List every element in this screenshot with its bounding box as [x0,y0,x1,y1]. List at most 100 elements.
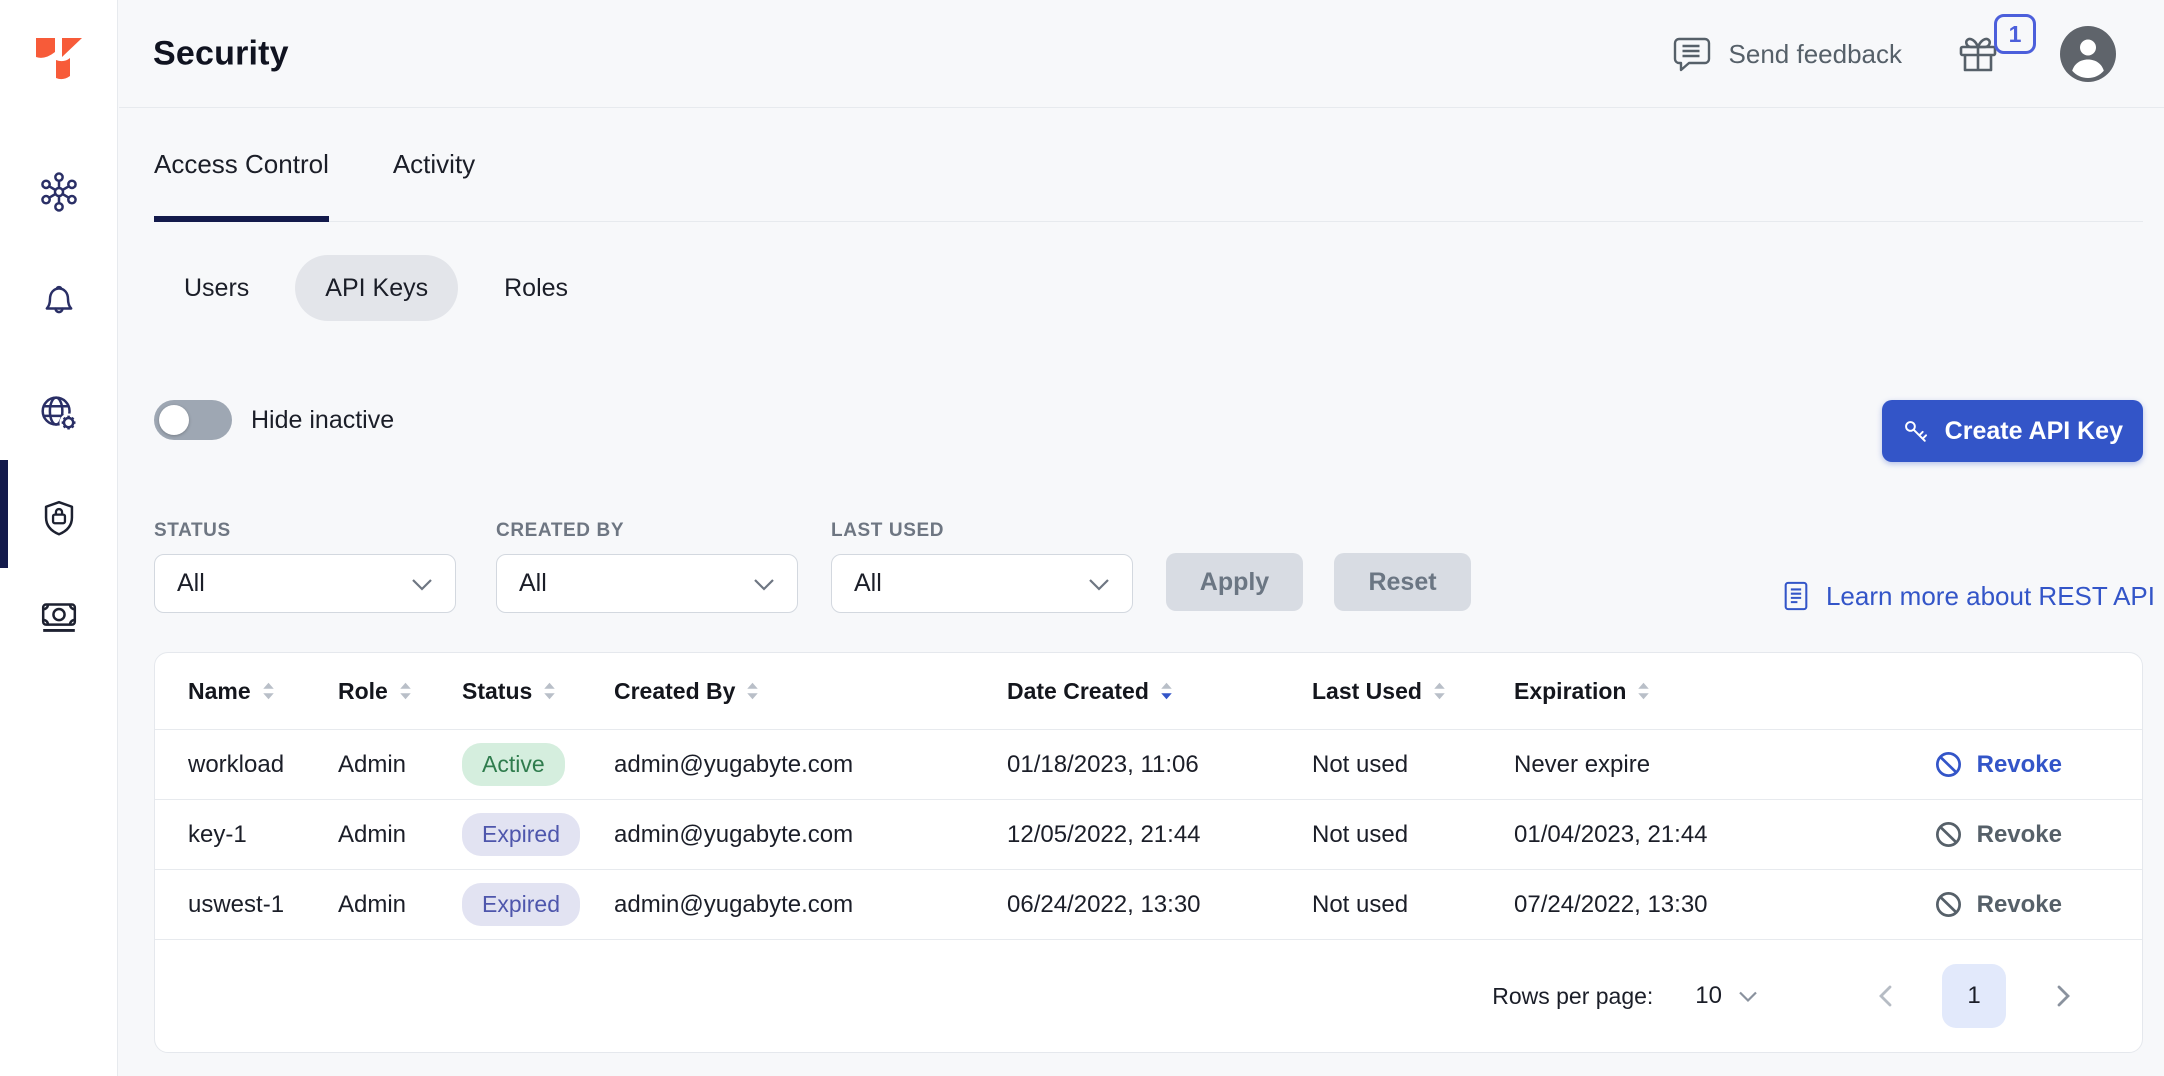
cell-expiration: 07/24/2022, 13:30 [1514,891,1892,919]
user-avatar[interactable] [2060,26,2116,82]
cell-date-created: 12/05/2022, 21:44 [1007,821,1312,849]
sort-icon-desc [1159,679,1174,703]
sort-icon [542,679,557,703]
sidebar-item-billing[interactable] [36,594,82,640]
chevron-down-icon [411,577,433,591]
column-header-expiration[interactable]: Expiration [1514,678,1892,705]
reset-button[interactable]: Reset [1334,553,1471,611]
revoke-button[interactable]: Revoke [1933,749,2109,780]
column-header-status[interactable]: Status [462,678,614,705]
revoke-icon [1933,749,1964,780]
status-badge: Expired [462,813,580,856]
filter-created-by-select[interactable]: All [496,554,798,613]
subtab-roles[interactable]: Roles [474,255,598,321]
column-header-last-used[interactable]: Last Used [1312,678,1514,705]
doc-icon [1781,580,1811,612]
filter-created-by: CREATED BY All [496,520,798,613]
rows-per-page-value: 10 [1695,982,1722,1010]
table-row: key-1 Admin Expired admin@yugabyte.com 1… [155,800,2142,870]
status-badge: Active [462,743,565,786]
chevron-left-icon [1878,984,1893,1008]
filter-status-label: STATUS [154,520,456,542]
cell-role: Admin [338,891,462,919]
next-page-button[interactable] [2046,979,2080,1013]
sidebar [0,0,118,1076]
cell-status: Expired [462,813,614,856]
column-header-name[interactable]: Name [188,678,338,705]
column-header-date-created[interactable]: Date Created [1007,678,1312,705]
filter-status-value: All [177,569,205,598]
hide-inactive-label: Hide inactive [251,406,394,435]
hide-inactive-control: Hide inactive [154,400,394,440]
rows-per-page-select[interactable]: 10 [1695,982,1758,1010]
filter-created-by-label: CREATED BY [496,520,798,542]
filter-bar: STATUS All CREATED BY All LAST USED All [154,520,2143,615]
sidebar-item-alerts[interactable] [36,277,82,323]
send-feedback-button[interactable]: Send feedback [1669,32,1902,76]
hide-inactive-toggle[interactable] [154,400,232,440]
revoke-icon [1933,889,1964,920]
cell-expiration: Never expire [1514,751,1892,779]
tab-activity[interactable]: Activity [393,108,475,221]
cell-expiration: 01/04/2023, 21:44 [1514,821,1892,849]
filter-status: STATUS All [154,520,456,613]
sidebar-item-security[interactable] [36,494,82,540]
chevron-right-icon [2056,984,2071,1008]
apply-button[interactable]: Apply [1166,553,1303,611]
key-icon [1902,418,1929,445]
pagination: Rows per page: 10 1 [155,940,2142,1052]
table-row: workload Admin Active admin@yugabyte.com… [155,730,2142,800]
tab-bar: Access Control Activity [154,108,2143,222]
yugabyte-logo[interactable] [32,32,86,86]
create-api-key-label: Create API Key [1945,417,2123,446]
cell-status: Active [462,743,614,786]
sidebar-item-network[interactable] [36,390,82,436]
gift-button[interactable]: 1 [1954,30,2002,78]
create-api-key-button[interactable]: Create API Key [1882,400,2143,462]
sort-icon [745,679,760,703]
cell-name: workload [188,751,338,779]
cell-last-used: Not used [1312,821,1514,849]
chevron-down-icon [1088,577,1110,591]
cell-last-used: Not used [1312,751,1514,779]
sort-icon [1636,679,1651,703]
sort-icon [261,679,276,703]
cell-date-created: 01/18/2023, 11:06 [1007,751,1312,779]
learn-more-link[interactable]: Learn more about REST API [1781,580,2155,612]
toggle-knob [159,405,189,435]
send-feedback-label: Send feedback [1729,39,1902,70]
user-avatar-icon [2060,26,2116,82]
revoke-button[interactable]: Revoke [1933,819,2109,850]
cell-created-by: admin@yugabyte.com [614,751,1007,779]
filter-status-select[interactable]: All [154,554,456,613]
filter-last-used: LAST USED All [831,520,1133,613]
sidebar-active-indicator [0,460,8,568]
tab-access-control[interactable]: Access Control [154,108,329,221]
filter-created-by-value: All [519,569,547,598]
clusters-icon [36,169,82,215]
feedback-icon [1669,32,1713,76]
revoke-icon [1933,819,1964,850]
page-header: Security Send feedback [119,0,2164,108]
header-actions: Send feedback 1 [1669,0,2116,108]
revoke-label: Revoke [1977,751,2062,779]
previous-page-button[interactable] [1868,979,1902,1013]
page-number-button[interactable]: 1 [1942,964,2006,1028]
filter-last-used-select[interactable]: All [831,554,1133,613]
chevron-down-icon [1738,990,1758,1003]
subtab-users[interactable]: Users [154,255,279,321]
cell-created-by: admin@yugabyte.com [614,891,1007,919]
learn-more-label: Learn more about REST API [1826,581,2155,612]
shield-lock-icon [36,494,82,540]
billing-icon [36,594,82,640]
column-header-created-by[interactable]: Created By [614,678,1007,705]
cell-name: uswest-1 [188,891,338,919]
cell-name: key-1 [188,821,338,849]
cell-status: Expired [462,883,614,926]
sidebar-item-clusters[interactable] [36,169,82,215]
subtab-api-keys[interactable]: API Keys [295,255,458,321]
revoke-button[interactable]: Revoke [1933,889,2109,920]
column-header-role[interactable]: Role [338,678,462,705]
cell-last-used: Not used [1312,891,1514,919]
api-keys-table: Name Role Status Created By Date Created [154,652,2143,1053]
